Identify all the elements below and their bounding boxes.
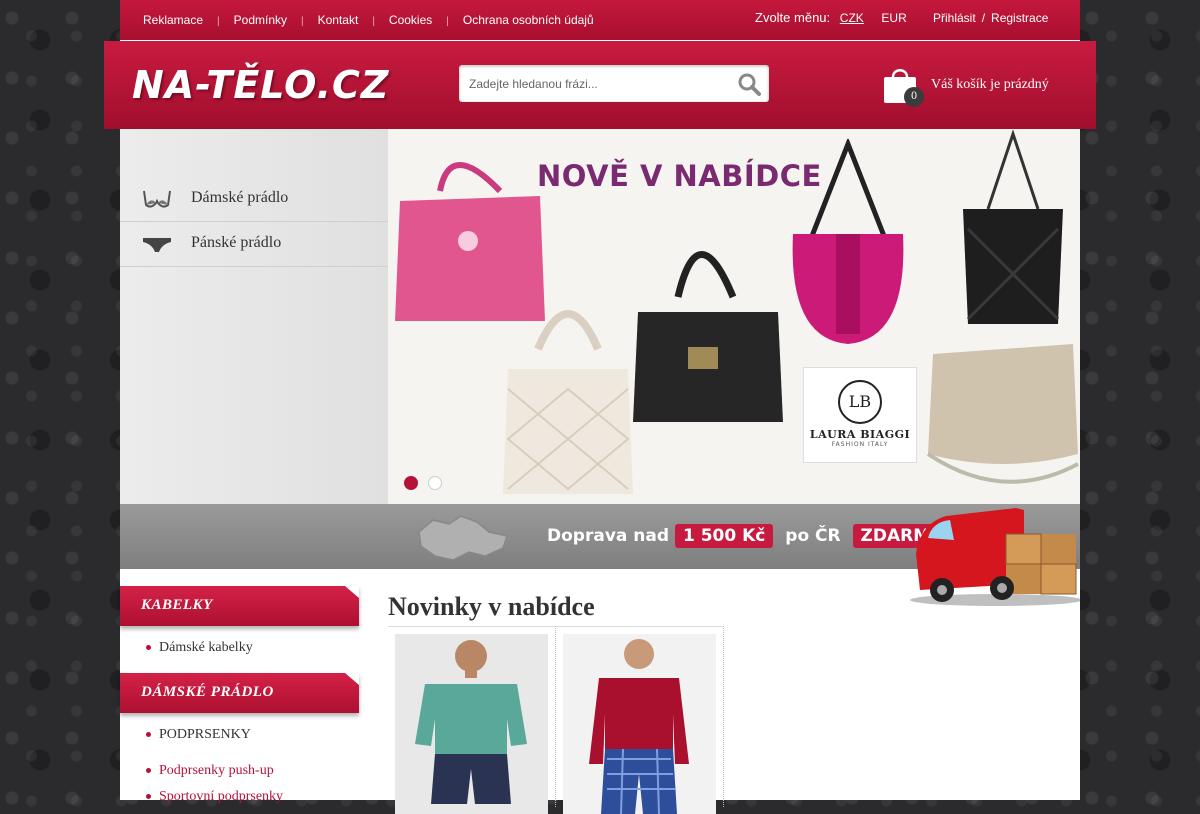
search-icon[interactable] (737, 72, 761, 96)
slider-dot-2[interactable] (428, 476, 442, 490)
cart-status: Váš košík je prázdný (931, 77, 1049, 92)
sidebar-item-damske-kabelky[interactable]: Dámské kabelky (146, 640, 253, 656)
link-kontakt[interactable]: Kontakt (318, 13, 359, 27)
bullet-icon (146, 645, 151, 651)
link-cookies[interactable]: Cookies (389, 13, 432, 27)
bullet-icon (146, 768, 151, 774)
brand-tagline: FASHION ITALY (831, 441, 889, 448)
sidebar-item-podprsenky[interactable]: PODPRSENKY (146, 727, 251, 743)
sidebar-item-push-up[interactable]: Podprsenky push-up (146, 763, 274, 779)
shipping-amount: 1 500 Kč (674, 524, 774, 548)
currency-czk[interactable]: CZK (840, 11, 864, 25)
search-input[interactable] (467, 73, 721, 95)
cream-handbag-image (503, 310, 633, 494)
shipping-middle: po ČR (785, 526, 841, 546)
link-ochrana-udaju[interactable]: Ochrana osobních údajů (463, 13, 594, 27)
brand-name: LAURA BIAGGI (809, 428, 911, 441)
account-links: Přihlásit / Registrace (933, 11, 1049, 25)
brand-logo-card: LB LAURA BIAGGI FASHION ITALY (803, 367, 917, 463)
header: NA-TĚLO.CZ 0 Váš košík je prázdný (104, 41, 1096, 129)
category-menu: Dámské prádlo Pánské prádlo (120, 129, 388, 504)
product-image[interactable] (395, 634, 548, 814)
register-link[interactable]: Registrace (991, 11, 1048, 25)
bullet-icon (146, 732, 151, 738)
shipping-prefix: Doprava nad (547, 526, 670, 546)
free-shipping-banner: Doprava nad 1 500 Kč po ČR ZDARMA (120, 504, 1080, 606)
currency-eur[interactable]: EUR (881, 11, 906, 25)
shipping-text: Doprava nad 1 500 Kč po ČR ZDARMA (547, 524, 952, 548)
slider-dot-1[interactable] (404, 476, 418, 490)
magenta-handbag-image (792, 139, 904, 344)
briefs-icon (143, 238, 171, 252)
product-card[interactable] (556, 626, 724, 814)
category-panske-pradlo[interactable]: Pánské prádlo (120, 222, 388, 267)
search-box (459, 65, 769, 102)
black-handbag-image (633, 251, 783, 422)
sidebar-heading-kabelky[interactable]: KABELKY (120, 586, 359, 626)
czech-map-icon (418, 515, 508, 561)
currency-switcher: Zvolte měnu: CZK EUR (755, 10, 907, 25)
site-logo[interactable]: NA-TĚLO.CZ (132, 63, 389, 107)
currency-label: Zvolte měnu: (755, 10, 831, 25)
sidebar-heading-text: DÁMSKÉ PRÁDLO (141, 684, 274, 700)
category-damske-pradlo[interactable]: Dámské prádlo (120, 177, 388, 222)
delivery-van-icon (910, 508, 1080, 606)
category-label: Pánské prádlo (191, 234, 282, 251)
link-podminky[interactable]: Podmínky (234, 13, 287, 27)
category-label: Dámské prádlo (191, 189, 289, 206)
product-image[interactable] (563, 634, 716, 814)
beige-handbag-image (926, 344, 1079, 484)
promo-banner[interactable]: NOVĚ V NABÍDCE LB LAURA BIAGGI FASHION I… (388, 129, 1080, 504)
sidebar-heading-text: KABELKY (141, 597, 213, 613)
black-quilted-bag-image (963, 129, 1063, 324)
product-card[interactable] (388, 626, 556, 814)
sidebar-heading-damske-pradlo[interactable]: DÁMSKÉ PRÁDLO (120, 673, 359, 713)
login-link[interactable]: Přihlásit (933, 11, 976, 25)
brand-monogram: LB (838, 380, 882, 424)
bra-icon (143, 190, 171, 208)
cart-count-badge: 0 (904, 87, 924, 107)
bullet-icon (146, 794, 151, 800)
page-title: Novinky v nabídce (388, 592, 595, 621)
link-reklamace[interactable]: Reklamace (143, 13, 203, 27)
sidebar-item-sportovni[interactable]: Sportovní podprsenky (146, 789, 283, 805)
top-bar: Reklamace | Podmínky | Kontakt | Cookies | Ochra… (120, 0, 1080, 40)
top-links: Reklamace | Podmínky | Kontakt | Cookies | Ochra… (143, 13, 594, 27)
